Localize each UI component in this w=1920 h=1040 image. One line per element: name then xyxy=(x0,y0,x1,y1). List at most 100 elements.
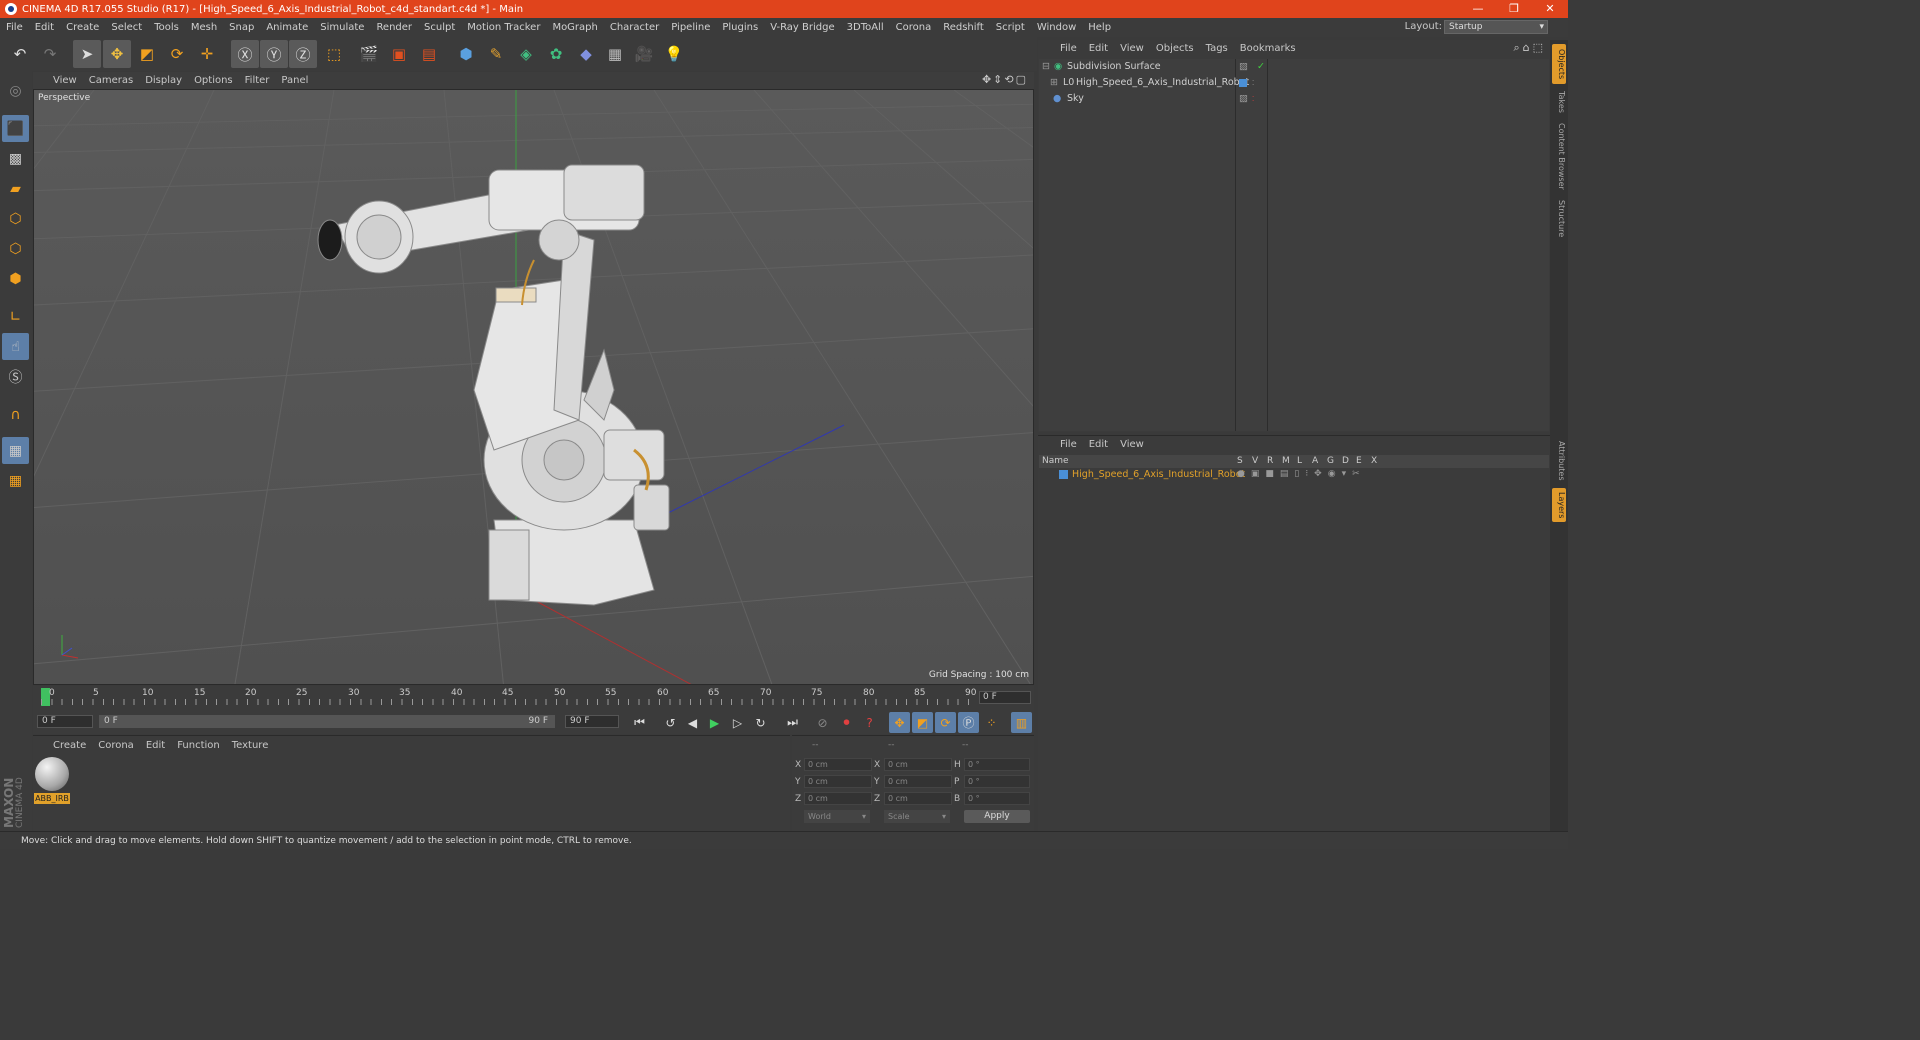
viewport-menu-panel[interactable]: Panel xyxy=(275,75,314,86)
autokey-icon[interactable]: ⏺ xyxy=(836,712,857,733)
menu-redshift[interactable]: Redshift xyxy=(937,22,990,33)
layer-color-icon[interactable] xyxy=(1239,79,1247,87)
material-menu-edit[interactable]: Edit xyxy=(140,740,171,751)
menu-help[interactable]: Help xyxy=(1082,22,1117,33)
object-row-subdivision[interactable]: ⊟ ◉ Subdivision Surface ▨ ✓ xyxy=(1039,59,1549,75)
render-picture-viewer-icon[interactable]: ▣ xyxy=(385,40,413,68)
viewport-menu-filter[interactable]: Filter xyxy=(239,75,276,86)
object-name[interactable]: Sky xyxy=(1067,91,1084,107)
coord-system-dropdown[interactable]: World ▾ xyxy=(804,810,870,823)
object-tree[interactable]: ⊟ ◉ Subdivision Surface ▨ ✓ ⊞ L0 High_Sp… xyxy=(1039,59,1549,431)
rotation-h-field[interactable]: 0 ° xyxy=(964,758,1030,771)
size-z-field[interactable]: 0 cm xyxy=(884,792,952,805)
deformer-icon[interactable]: ◆ xyxy=(572,40,600,68)
floor-grid-icon[interactable]: ▦ xyxy=(601,40,629,68)
menu-tools[interactable]: Tools xyxy=(148,22,185,33)
menu-create[interactable]: Create xyxy=(60,22,105,33)
viewport-menu-options[interactable]: Options xyxy=(188,75,239,86)
visibility-dots-icon[interactable]: ⁚ xyxy=(1252,91,1254,107)
end-frame-field[interactable]: 90 F xyxy=(565,715,619,728)
current-frame-field[interactable]: 0 F xyxy=(979,691,1031,704)
menu-character[interactable]: Character xyxy=(604,22,665,33)
3d-viewport[interactable]: Perspective Grid Spacing : 100 cm xyxy=(33,89,1034,685)
move-tool-icon[interactable]: ✥ xyxy=(103,40,131,68)
menu-pipeline[interactable]: Pipeline xyxy=(665,22,716,33)
subdivision-surface-icon[interactable]: ◈ xyxy=(512,40,540,68)
collapse-icon[interactable]: ⊟ xyxy=(1042,59,1050,75)
viewport-menu-display[interactable]: Display xyxy=(139,75,188,86)
x-axis-lock-icon[interactable]: Ⓧ xyxy=(231,40,259,68)
points-mode-icon[interactable]: ⬡ xyxy=(2,205,29,232)
menu-edit[interactable]: Edit xyxy=(29,22,60,33)
visibility-dots-icon[interactable]: ⁚ xyxy=(1252,75,1254,91)
object-menu-objects[interactable]: Objects xyxy=(1150,43,1200,54)
snapping-magnet-icon[interactable]: ∩ xyxy=(2,401,29,428)
go-to-start-icon[interactable]: ⏮ xyxy=(629,712,650,733)
select-arrow-icon[interactable]: ➤ xyxy=(73,40,101,68)
position-z-field[interactable]: 0 cm xyxy=(804,792,872,805)
object-menu-edit[interactable]: Edit xyxy=(1083,43,1114,54)
record-keys-icon[interactable]: ⊘ xyxy=(812,712,833,733)
frame-range-slider[interactable]: 0 F 90 F xyxy=(99,715,555,728)
tab-content-browser[interactable]: Content Browser xyxy=(1552,120,1566,192)
menu-window[interactable]: Window xyxy=(1031,22,1082,33)
apply-button[interactable]: Apply xyxy=(964,810,1030,823)
menu-mesh[interactable]: Mesh xyxy=(185,22,223,33)
menu-animate[interactable]: Animate xyxy=(260,22,314,33)
position-y-field[interactable]: 0 cm xyxy=(804,775,872,788)
start-frame-field[interactable]: 0 F xyxy=(37,715,93,728)
menu-file[interactable]: File xyxy=(0,22,29,33)
layout-dropdown[interactable]: Startup ▾ xyxy=(1444,20,1548,34)
array-generator-icon[interactable]: ✿ xyxy=(542,40,570,68)
axis-mode-icon[interactable]: ∟ xyxy=(2,303,29,330)
minimize-button[interactable]: — xyxy=(1460,0,1496,18)
object-menu-view[interactable]: View xyxy=(1114,43,1150,54)
tab-takes[interactable]: Takes xyxy=(1552,88,1566,116)
coordinate-system-icon[interactable]: ⬚ xyxy=(320,40,348,68)
workplane-lock-icon[interactable]: ▦ xyxy=(2,437,29,464)
timeline-ticks[interactable]: 0 5 10 15 20 25 30 35 40 45 50 55 60 65 … xyxy=(41,686,976,708)
enabled-check-icon[interactable]: ✓ xyxy=(1257,59,1265,75)
material-preview-sphere[interactable] xyxy=(35,757,69,791)
rotation-p-field[interactable]: 0 ° xyxy=(964,775,1030,788)
undo-icon[interactable]: ↶ xyxy=(6,40,34,68)
object-menu-tags[interactable]: Tags xyxy=(1200,43,1234,54)
redo-icon[interactable]: ↷ xyxy=(36,40,64,68)
layer-color-swatch[interactable] xyxy=(1059,470,1068,479)
keyframe-selection-icon[interactable]: ? xyxy=(859,712,880,733)
material-menu-create[interactable]: Create xyxy=(47,740,92,751)
point-level-key-icon[interactable]: ⁘ xyxy=(981,712,1002,733)
rotate-tool-icon[interactable]: ⟳ xyxy=(163,40,191,68)
viewport-navigation-icons[interactable]: ✥⇕⟲▢ xyxy=(982,73,1028,86)
tab-attributes[interactable]: Attributes xyxy=(1552,438,1566,484)
object-menu-file[interactable]: File xyxy=(1054,43,1083,54)
parameter-key-icon[interactable]: Ⓟ xyxy=(958,712,979,733)
menu-corona[interactable]: Corona xyxy=(890,22,938,33)
rotation-b-field[interactable]: 0 ° xyxy=(964,792,1030,805)
planar-workplane-icon[interactable]: ▦ xyxy=(2,467,29,494)
close-button[interactable]: ✕ xyxy=(1532,0,1568,18)
object-row-sky[interactable]: ● Sky ▨ ⁚ xyxy=(1039,91,1549,107)
make-editable-icon[interactable]: ◎ xyxy=(2,77,29,104)
layer-row[interactable]: High_Speed_6_Axis_Industrial_Robot ●▣■▤▯… xyxy=(1039,468,1549,481)
menu-render[interactable]: Render xyxy=(370,22,418,33)
position-x-field[interactable]: 0 cm xyxy=(804,758,872,771)
rotation-key-icon[interactable]: ⟳ xyxy=(935,712,956,733)
size-x-field[interactable]: 0 cm xyxy=(884,758,952,771)
play-forward-icon[interactable]: ▶ xyxy=(704,712,725,733)
render-settings-icon[interactable]: ▤ xyxy=(415,40,443,68)
menu-sculpt[interactable]: Sculpt xyxy=(418,22,461,33)
layer-flag-icons[interactable]: ●▣■▤▯⁝✥◉▾✂ xyxy=(1237,468,1366,481)
edges-mode-icon[interactable]: ⬡ xyxy=(2,235,29,262)
size-mode-dropdown[interactable]: Scale ▾ xyxy=(884,810,950,823)
next-frame-icon[interactable]: ▷ xyxy=(727,712,748,733)
menu-plugins[interactable]: Plugins xyxy=(716,22,764,33)
menu-motion-tracker[interactable]: Motion Tracker xyxy=(461,22,546,33)
z-axis-lock-icon[interactable]: Ⓩ xyxy=(289,40,317,68)
scale-tool-icon[interactable]: ◩ xyxy=(133,40,161,68)
texture-mode-icon[interactable]: ▩ xyxy=(2,145,29,172)
material-menu-corona[interactable]: Corona xyxy=(92,740,140,751)
expand-icon[interactable]: ⊞ xyxy=(1050,75,1058,91)
timeline-ruler[interactable]: 0 5 10 15 20 25 30 35 40 45 50 55 60 65 … xyxy=(33,686,1034,710)
material-menu-function[interactable]: Function xyxy=(171,740,226,751)
